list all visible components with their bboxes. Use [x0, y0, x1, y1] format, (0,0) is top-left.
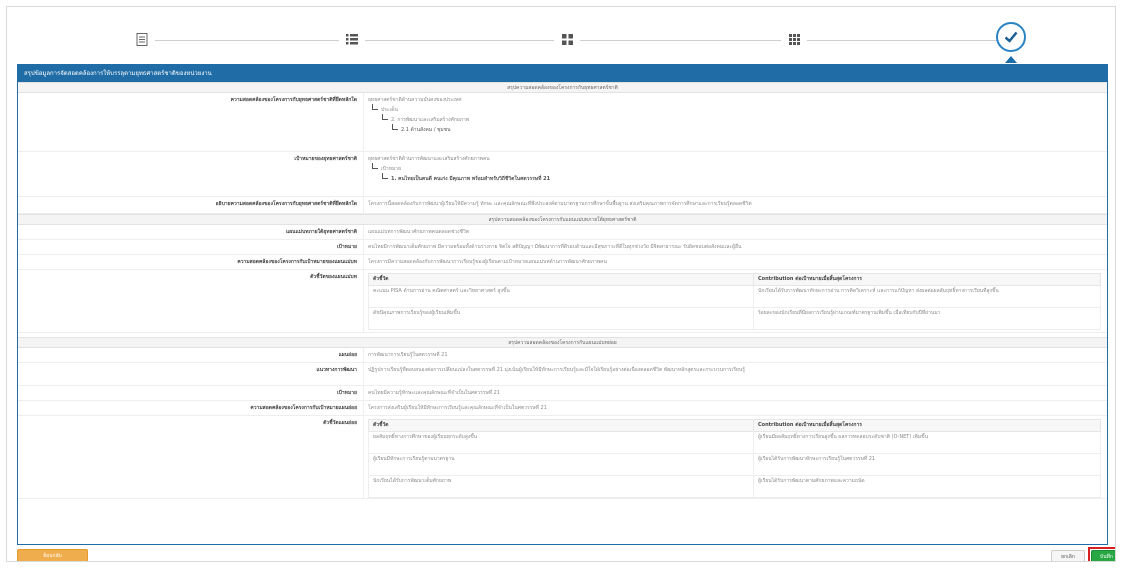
- tree-level-2: 1. คนไทยเป็นคนดี คนเก่ง มีคุณภาพ พร้อมสำ…: [368, 173, 1101, 183]
- row-label: แผนย่อย: [338, 352, 357, 358]
- row-value: โครงการนี้สอดคล้องกับการพัฒนาผู้เรียนให้…: [363, 197, 1107, 213]
- row-strategy-alignment: ความสอดคล้องของโครงการกับยุทธศาสตร์ชาติท…: [18, 93, 1107, 152]
- wizard-step-1[interactable]: [129, 26, 155, 52]
- row-master-plan-goal: เป้าหมาย คนไทยมีการพัฒนาเต็มศักยภาพ มีคว…: [18, 240, 1107, 255]
- row-value: การพัฒนาการเรียนรู้ในศตวรรษที่ 21: [363, 348, 1107, 362]
- row-label: อธิบายความสอดคล้องของโครงการกับยุทธศาสตร…: [215, 201, 357, 207]
- cancel-button[interactable]: ยกเลิก: [1051, 550, 1085, 561]
- row-value: คนไทยมีความรู้ทักษะและคุณลักษณะที่จำเป็น…: [363, 386, 1107, 400]
- indicator-table: ตัวชี้วัด Contribution ต่อเป้าหมายเมื่อส…: [368, 273, 1101, 330]
- row-sub-plan-alignment: ความสอดคล้องของโครงการกับเป้าหมายแผนย่อย…: [18, 401, 1107, 416]
- tree-root: ยุทธศาสตร์ชาติด้านการพัฒนาและเสริมสร้างศ…: [368, 156, 490, 162]
- table-row: ดัชนีคุณภาพการเรียนรู้ของผู้เรียนเพิ่มขึ…: [368, 307, 1101, 330]
- section-header-sub-plan: สรุปความสอดคล้องของโครงการกับแผนแม่บทย่อ…: [18, 337, 1107, 348]
- row-sub-plan-indicators: ตัวชี้วัดแผนย่อย ตัวชี้วัด Contribution …: [18, 416, 1107, 499]
- row-label: เป้าหมาย: [336, 244, 357, 250]
- row-strategy-explanation: อธิบายความสอดคล้องของโครงการกับยุทธศาสตร…: [18, 197, 1107, 214]
- row-value: โครงการส่งเสริมผู้เรียนให้มีทักษะการเรีย…: [363, 401, 1107, 415]
- row-value: แผนแม่บทการพัฒนาศักยภาพคนตลอดช่วงชีวิต: [363, 225, 1107, 239]
- table-row: ผู้เรียนมีทักษะการเรียนรู้ตามมาตรฐาน ผู้…: [368, 453, 1101, 476]
- row-master-plan-indicators: ตัวชี้วัดของแผนแม่บท ตัวชี้วัด Contribut…: [18, 270, 1107, 333]
- row-label: ตัวชี้วัดของแผนแม่บท: [310, 274, 357, 280]
- save-button[interactable]: บันทึก: [1091, 550, 1115, 561]
- back-button[interactable]: ย้อนกลับ: [17, 549, 88, 561]
- row-label: ความสอดคล้องของโครงการกับเป้าหมายแผนย่อย: [250, 405, 357, 411]
- row-sub-plan-goal: เป้าหมาย คนไทยมีความรู้ทักษะและคุณลักษณะ…: [18, 386, 1107, 401]
- table-header: Contribution ต่อเป้าหมายเมื่อสิ้นสุดโครง…: [753, 273, 1101, 286]
- table-row: ผลสัมฤทธิ์ทางการศึกษาของผู้เรียนทุกระดับ…: [368, 431, 1101, 454]
- list-icon: [346, 33, 358, 44]
- check-circle-icon: [1004, 31, 1018, 43]
- row-development-approach: แนวทางการพัฒนา ปฏิรูปการเรียนรู้ที่ตอบสน…: [18, 363, 1107, 386]
- tree-level-1: เป้าหมาย: [368, 163, 1101, 173]
- table-row: คะแนน PISA ด้านการอ่าน คณิตศาสตร์ และวิท…: [368, 285, 1101, 308]
- document-icon: [136, 32, 148, 46]
- row-master-plan: แผนแม่บทภายใต้ยุทธศาสตร์ชาติ แผนแม่บทการ…: [18, 225, 1107, 240]
- tree-root: ยุทธศาสตร์ชาติด้านความมั่นคงของประเทศ: [368, 97, 462, 103]
- row-strategy-goal: เป้าหมายของยุทธศาสตร์ชาติ ยุทธศาสตร์ชาติ…: [18, 152, 1107, 197]
- table-header: Contribution ต่อเป้าหมายเมื่อสิ้นสุดโครง…: [753, 419, 1101, 432]
- row-sub-plan: แผนย่อย การพัฒนาการเรียนรู้ในศตวรรษที่ 2…: [18, 348, 1107, 363]
- row-label: ความสอดคล้องของโครงการกับเป้าหมายของแผนแ…: [237, 259, 357, 265]
- wizard-step-4[interactable]: [781, 26, 807, 52]
- row-label: แนวทางการพัฒนา: [316, 367, 357, 373]
- page-frame: สรุปข้อมูลการจัดสอดคล้องการให้บรรลุตามยุ…: [6, 6, 1116, 562]
- tree-level-1: ประเด็น: [368, 104, 1101, 114]
- row-value: คนไทยมีการพัฒนาเต็มศักยภาพ มีความพร้อมทั…: [363, 240, 1107, 254]
- wizard-step-3[interactable]: [554, 26, 580, 52]
- tree-level-2: 2. การพัฒนาและเสริมสร้างศักยภาพ: [368, 114, 1101, 124]
- row-label: เป้าหมาย: [336, 390, 357, 396]
- indicator-table: ตัวชี้วัด Contribution ต่อเป้าหมายเมื่อส…: [368, 419, 1101, 498]
- wizard-step-2[interactable]: [339, 26, 365, 52]
- wizard-stepper: [7, 7, 1115, 65]
- columns-icon: [561, 33, 573, 45]
- grid-icon: [788, 33, 800, 45]
- wizard-step-5[interactable]: [996, 22, 1026, 52]
- tree-level-3: 2.1 ด้านสังคม / ชุมชน: [368, 124, 1101, 134]
- row-label: ตัวชี้วัดแผนย่อย: [323, 420, 357, 426]
- section-header-master-plan: สรุปความสอดคล้องของโครงการกับแผนแม่บทภาย…: [18, 214, 1107, 225]
- section-header-strategy: สรุปความสอดคล้องของโครงการกับยุทธศาสตร์ช…: [18, 82, 1107, 93]
- row-master-plan-alignment: ความสอดคล้องของโครงการกับเป้าหมายของแผนแ…: [18, 255, 1107, 270]
- table-row: นักเรียนได้รับการพัฒนาเต็มศักยภาพ ผู้เรี…: [368, 475, 1101, 498]
- row-label: เป้าหมายของยุทธศาสตร์ชาติ: [294, 156, 357, 162]
- table-header: ตัวชี้วัด: [368, 273, 754, 286]
- panel-title: สรุปข้อมูลการจัดสอดคล้องการให้บรรลุตามยุ…: [18, 65, 1107, 82]
- row-value: โครงการมีความสอดคล้องกับการพัฒนาการเรียน…: [363, 255, 1107, 269]
- table-header: ตัวชี้วัด: [368, 419, 754, 432]
- active-step-caret: [1005, 56, 1017, 63]
- row-label: แผนแม่บทภายใต้ยุทธศาสตร์ชาติ: [286, 229, 357, 235]
- summary-panel: สรุปข้อมูลการจัดสอดคล้องการให้บรรลุตามยุ…: [17, 64, 1108, 545]
- row-value: ปฏิรูปการเรียนรู้ที่ตอบสนองต่อการเปลี่ยน…: [363, 363, 1107, 385]
- row-label: ความสอดคล้องของโครงการกับยุทธศาสตร์ชาติท…: [230, 97, 357, 103]
